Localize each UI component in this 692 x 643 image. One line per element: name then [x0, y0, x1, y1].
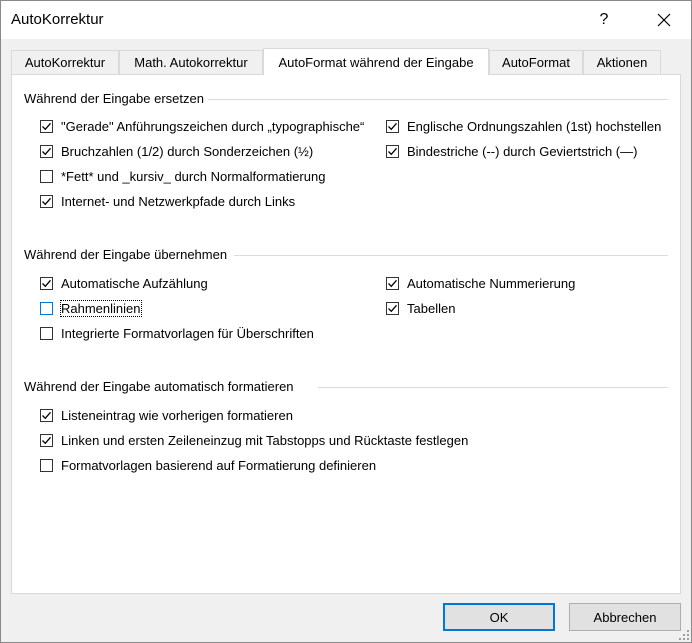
group-title-format: Während der Eingabe automatisch formatie…: [24, 379, 294, 394]
checkbox-dashes[interactable]: Bindestriche (--) durch Geviertstrich (—…: [386, 142, 637, 160]
checkbox-ordinals[interactable]: Englische Ordnungszahlen (1st) hochstell…: [386, 117, 661, 135]
checkbox-tables[interactable]: Tabellen: [386, 299, 455, 317]
checkbox-unchecked-icon: [40, 458, 53, 472]
checkbox-define-styles[interactable]: Formatvorlagen basierend auf Formatierun…: [40, 456, 376, 474]
checkbox-unchecked-icon: [40, 169, 53, 183]
checkbox-hyperlinks[interactable]: Internet- und Netzwerkpfade durch Links: [40, 192, 295, 210]
group-divider: [234, 255, 668, 256]
checkbox-checked-icon: [40, 408, 53, 422]
checkbox-checked-icon: [40, 144, 53, 158]
checkbox-label: Bindestriche (--) durch Geviertstrich (—…: [407, 143, 638, 159]
checkbox-label: Integrierte Formatvorlagen für Überschri…: [61, 325, 314, 341]
checkbox-bullets[interactable]: Automatische Aufzählung: [40, 274, 208, 292]
cancel-button[interactable]: Abbrechen: [569, 603, 681, 631]
tab-autoformat[interactable]: AutoFormat: [489, 50, 583, 74]
checkbox-checked-icon: [40, 119, 53, 133]
checkbox-bold-italic[interactable]: *Fett* und _kursiv_ durch Normalformatie…: [40, 167, 325, 185]
close-icon: [657, 13, 671, 27]
checkbox-unchecked-icon: [40, 301, 53, 315]
checkbox-indent-tabs[interactable]: Linken und ersten Zeileneinzug mit Tabst…: [40, 431, 468, 449]
tab-aktionen[interactable]: Aktionen: [583, 50, 661, 74]
autokorrektur-dialog: AutoKorrektur ? AutoKorrektur Math. Auto…: [0, 0, 692, 643]
tab-math-autokorrektur[interactable]: Math. Autokorrektur: [119, 50, 263, 74]
tab-autokorrektur[interactable]: AutoKorrektur: [11, 50, 119, 74]
group-divider: [208, 99, 668, 100]
checkbox-fractions[interactable]: Bruchzahlen (1/2) durch Sonderzeichen (½…: [40, 142, 313, 160]
checkbox-label: Englische Ordnungszahlen (1st) hochstell…: [407, 118, 662, 134]
help-button[interactable]: ?: [581, 5, 627, 35]
checkbox-quotes[interactable]: "Gerade" Anführungszeichen durch „typogr…: [40, 117, 364, 135]
checkbox-checked-icon: [386, 144, 399, 158]
checkbox-checked-icon: [40, 276, 53, 290]
checkbox-list-format[interactable]: Listeneintrag wie vorherigen formatieren: [40, 406, 293, 424]
checkbox-checked-icon: [386, 119, 399, 133]
checkbox-label: *Fett* und _kursiv_ durch Normalformatie…: [61, 168, 326, 184]
checkbox-heading-styles[interactable]: Integrierte Formatvorlagen für Überschri…: [40, 324, 314, 342]
checkbox-numbering[interactable]: Automatische Nummerierung: [386, 274, 575, 292]
ok-button[interactable]: OK: [443, 603, 555, 631]
checkbox-label: Bruchzahlen (1/2) durch Sonderzeichen (½…: [61, 143, 314, 159]
tab-panel: Während der Eingabe ersetzen "Gerade" An…: [11, 74, 681, 594]
checkbox-checked-icon: [386, 301, 399, 315]
checkbox-label: Internet- und Netzwerkpfade durch Links: [61, 193, 296, 209]
checkbox-checked-icon: [386, 276, 399, 290]
group-divider: [318, 387, 668, 388]
group-title-apply: Während der Eingabe übernehmen: [24, 247, 228, 262]
resize-grip-icon[interactable]: [679, 630, 689, 640]
checkbox-borders[interactable]: Rahmenlinien: [40, 299, 142, 317]
checkbox-label: Formatvorlagen basierend auf Formatierun…: [61, 457, 377, 473]
checkbox-unchecked-icon: [40, 326, 53, 340]
group-title-replace: Während der Eingabe ersetzen: [24, 91, 204, 106]
checkbox-checked-icon: [40, 194, 53, 208]
close-button[interactable]: [641, 5, 687, 35]
checkbox-label: Automatische Nummerierung: [407, 275, 576, 291]
tab-autoformat-eingabe[interactable]: AutoFormat während der Eingabe: [263, 48, 489, 75]
checkbox-label: Automatische Aufzählung: [61, 275, 208, 291]
checkbox-label: Listeneintrag wie vorherigen formatieren: [61, 407, 293, 423]
checkbox-label: Rahmenlinien: [60, 299, 142, 317]
title-bar: AutoKorrektur ?: [1, 1, 691, 39]
checkbox-label: Linken und ersten Zeileneinzug mit Tabst…: [61, 432, 469, 448]
checkbox-label: Tabellen: [407, 300, 456, 316]
checkbox-label: "Gerade" Anführungszeichen durch „typogr…: [61, 118, 365, 134]
checkbox-checked-icon: [40, 433, 53, 447]
window-title: AutoKorrektur: [11, 11, 104, 28]
